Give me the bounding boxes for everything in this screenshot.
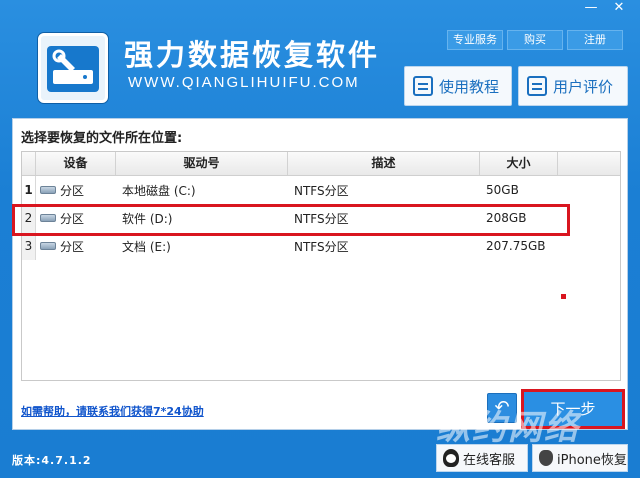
- help-link[interactable]: 如需帮助，请联系我们获得7*24协助: [21, 403, 204, 419]
- minimize-button[interactable]: —: [578, 0, 604, 18]
- row-device-label: 分区: [60, 183, 85, 198]
- row-desc: NTFS分区: [294, 239, 349, 254]
- disk-icon: [40, 186, 56, 194]
- row-index: 1: [22, 176, 36, 204]
- table-header: 设备 驱动号 描述 大小: [22, 152, 620, 176]
- header-drive: 驱动号: [116, 152, 288, 175]
- row-device-label: 分区: [60, 239, 85, 254]
- top-links: 专业服务 购买 注册: [447, 30, 623, 50]
- watermark: 纵约网络: [436, 408, 580, 448]
- main-panel: 选择要恢复的文件所在位置: 设备 驱动号 描述 大小 1 分区 本地磁盘 (C:…: [12, 118, 628, 430]
- table-row[interactable]: 3 分区 文档 (E:) NTFS分区 207.75GB: [22, 232, 620, 260]
- app-window: — ✕ 强力数据恢复软件 WWW.QIANGLIHUIFU.COM 专业服务 购…: [0, 0, 640, 478]
- buy-link[interactable]: 购买: [507, 30, 563, 50]
- app-url: WWW.QIANGLIHUIFU.COM: [128, 74, 360, 91]
- header-desc: 描述: [288, 152, 480, 175]
- row-size: 50GB: [486, 183, 519, 197]
- row-drive: 本地磁盘 (C:): [122, 183, 196, 198]
- app-title: 强力数据恢复软件: [124, 38, 381, 72]
- header-device: 设备: [36, 152, 116, 175]
- version-label: 版本:4.7.1.2: [12, 454, 92, 467]
- disk-icon: [40, 242, 56, 250]
- comment-icon: [527, 76, 547, 96]
- panel-title: 选择要恢复的文件所在位置:: [21, 131, 183, 146]
- app-logo: [38, 33, 108, 103]
- row-drive: 文档 (E:): [122, 239, 171, 254]
- user-review-button[interactable]: 用户评价: [518, 66, 628, 106]
- header-size: 大小: [480, 152, 558, 175]
- window-controls: — ✕: [578, 0, 632, 18]
- header-index: [22, 152, 36, 175]
- tutorial-button[interactable]: 使用教程: [404, 66, 512, 106]
- row-size: 207.75GB: [486, 239, 546, 253]
- document-icon: [413, 76, 433, 96]
- tutorial-label: 使用教程: [439, 77, 500, 96]
- row-desc: NTFS分区: [294, 183, 349, 198]
- register-link[interactable]: 注册: [567, 30, 623, 50]
- pro-service-link[interactable]: 专业服务: [447, 30, 503, 50]
- hard-drive-tool-icon: [47, 46, 99, 92]
- highlight-box: [12, 204, 570, 236]
- table-row[interactable]: 1 分区 本地磁盘 (C:) NTFS分区 50GB: [22, 176, 620, 204]
- partition-table: 设备 驱动号 描述 大小 1 分区 本地磁盘 (C:) NTFS分区 50GB …: [21, 151, 621, 381]
- row-device: 分区: [36, 182, 116, 199]
- row-device: 分区: [36, 238, 116, 255]
- user-review-label: 用户评价: [553, 77, 614, 96]
- highlight-dot: [561, 294, 566, 299]
- close-button[interactable]: ✕: [606, 0, 632, 18]
- row-index: 3: [22, 232, 36, 260]
